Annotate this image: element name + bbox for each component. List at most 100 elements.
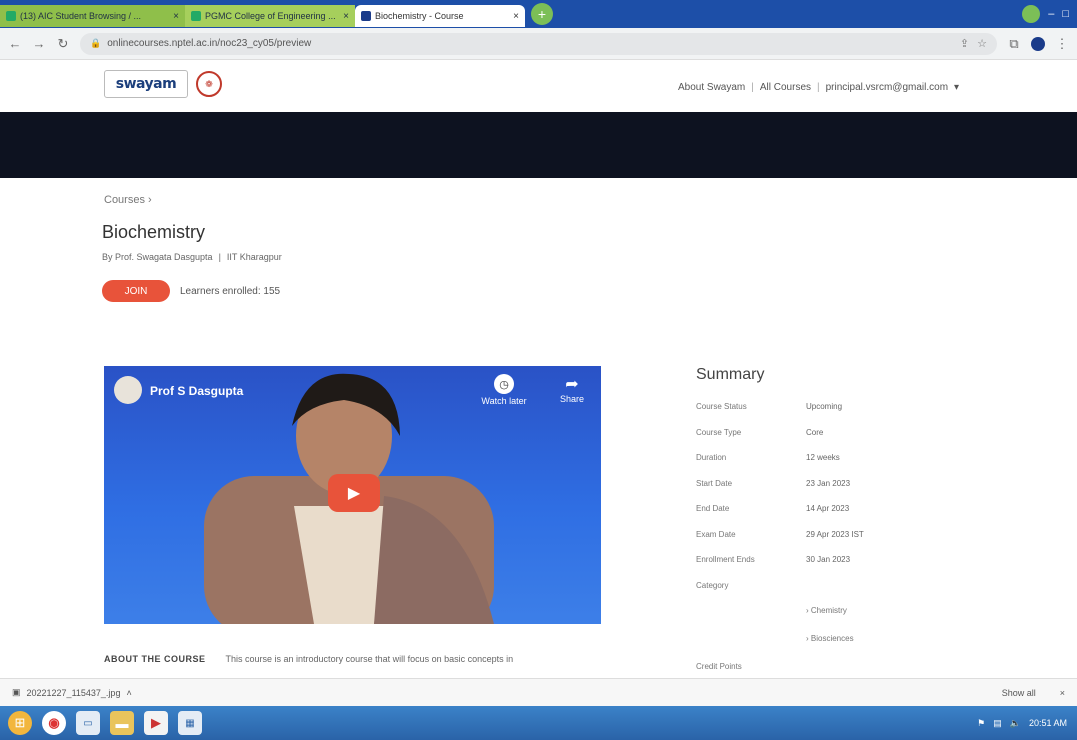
nav-user-email[interactable]: principal.vsrcm@gmail.com [826,82,948,93]
nav-separator: | [751,82,754,93]
page-title: Biochemistry [102,222,206,242]
network-icon[interactable]: ▤ [993,718,1002,729]
summary-key: Category [696,580,729,590]
tray-clock[interactable]: 20:51 AM [1029,718,1067,728]
summary-row: Course Type Core [696,428,936,454]
volume-icon[interactable]: 🔈 [1010,718,1021,729]
summary-row: Course Status Upcoming [696,402,936,428]
summary-key: Course Type [696,427,742,437]
summary-key: Start Date [696,478,733,488]
share-button[interactable]: ➦ Share [552,374,592,404]
close-icon[interactable]: × [173,11,179,22]
join-button[interactable]: JOIN [102,280,170,302]
summary-row: Duration 12 weeks [696,453,936,479]
forward-icon[interactable]: → [32,36,46,51]
summary-key: Duration [696,453,727,462]
seal-icon: ❁ [196,71,222,97]
close-icon[interactable]: × [343,11,349,22]
about-heading: ABOUT THE COURSE [104,654,206,664]
play-button[interactable]: ▶ [328,474,380,512]
profile-avatar-icon[interactable] [1031,36,1045,51]
nav-separator: | [817,82,820,93]
watch-later-button[interactable]: ◷ Watch later [476,374,532,406]
learners-enrolled: Learners enrolled: 155 [180,286,281,297]
share-arrow-icon: ➦ [565,376,579,393]
reload-icon[interactable]: ↻ [56,36,70,52]
summary-key: End Date [696,504,730,513]
media-player-icon[interactable]: ▶ [144,711,168,735]
share-label: Share [559,394,585,404]
show-all-button[interactable]: Show all [1002,688,1036,698]
about-course: ABOUT THE COURSE This course is an intro… [104,654,624,664]
download-bar: ▣ 20221227_115437_.jpg ˄ Show all × [0,678,1077,706]
menu-kebab-icon[interactable]: ⋮ [1055,36,1069,52]
folder-icon[interactable]: ▬ [110,711,134,735]
top-navigation: About Swayam | All Courses | principal.v… [678,82,959,93]
image-file-icon: ▣ [12,687,21,697]
flag-icon[interactable]: ⚑ [977,718,985,729]
summary-value: Core [806,427,824,437]
download-item[interactable]: ▣ 20221227_115437_.jpg ˄ [12,687,132,698]
start-button[interactable]: ⊞ [8,711,32,735]
site-logo[interactable]: swayam ❁ [104,70,222,98]
browser-toolbar: ← → ↻ 🔒 onlinecourses.nptel.ac.in/noc23_… [0,28,1077,60]
browser-tab-active[interactable]: Biochemistry - Course × [355,5,525,27]
nav-all-courses[interactable]: All Courses [760,82,811,93]
browser-tab-1[interactable]: (13) AIC Student Browsing / ... × [0,5,185,27]
summary-key: Enrollment Ends [696,555,755,564]
hero-banner [0,112,1077,178]
system-tray: ⚑ ▤ 🔈 20:51 AM [977,718,1077,729]
window-controls: – □ [1022,5,1077,23]
institute-name: IIT Kharagpur [226,252,282,262]
summary-row: Exam Date 29 Apr 2023 IST [696,530,936,556]
minimize-icon[interactable]: – [1048,8,1054,20]
clock-icon: ◷ [494,374,514,394]
breadcrumb[interactable]: Courses › [104,194,152,206]
extensions-icon[interactable]: ⧉ [1007,36,1021,52]
chrome-icon[interactable]: ◉ [42,711,66,735]
summary-value: 12 weeks [806,453,840,462]
share-icon[interactable]: ⇪ [960,37,969,50]
nav-about-swayam[interactable]: About Swayam [678,82,745,93]
tab-label: (13) AIC Student Browsing / ... [20,11,142,21]
meta-separator: | [218,252,221,262]
summary-value: Upcoming [806,402,843,411]
instructor-name: By Prof. Swagata Dasgupta [102,252,213,262]
summary-row: Enrollment Ends 30 Jan 2023 [696,555,936,581]
category-label: Biosciences [810,634,854,643]
url-text: onlinecourses.nptel.ac.in/noc23_cy05/pre… [107,38,312,49]
channel-avatar[interactable] [114,376,142,404]
profile-icon[interactable] [1022,5,1041,23]
category-chemistry[interactable]: › Chemistry [806,606,936,634]
video-title[interactable]: Prof S Dasgupta [150,384,243,398]
maximize-icon[interactable]: □ [1062,8,1069,20]
os-taskbar: ⊞ ◉ ▭ ▬ ▶ ▦ ⚑ ▤ 🔈 20:51 AM [0,706,1077,740]
back-icon[interactable]: ← [8,36,22,51]
summary-row: Category [696,581,936,607]
window-icon[interactable]: ▭ [76,711,100,735]
summary-key: Course Status [696,402,747,411]
category-biosciences[interactable]: › Biosciences [806,634,936,662]
new-tab-button[interactable]: + [531,3,553,25]
download-filename: 20221227_115437_.jpg [26,687,121,698]
summary-value: 23 Jan 2023 [806,478,851,488]
lock-icon: 🔒 [90,38,102,48]
browser-tab-strip: (13) AIC Student Browsing / ... × PGMC C… [0,0,1077,28]
app-icon[interactable]: ▦ [178,711,202,735]
chevron-down-icon[interactable]: ▾ [954,82,959,93]
close-icon[interactable]: × [1060,688,1065,698]
summary-value: 29 Apr 2023 IST [806,529,864,539]
play-icon: ▶ [347,485,361,502]
video-player[interactable]: Prof S Dasgupta ◷ Watch later ➦ Share ▶ [104,366,601,624]
chevron-up-icon[interactable]: ˄ [126,688,131,698]
summary-row: End Date 14 Apr 2023 [696,504,936,530]
tab-favicon-icon [6,11,16,21]
bookmark-star-icon[interactable]: ☆ [977,37,987,50]
summary-row: Start Date 23 Jan 2023 [696,479,936,505]
address-bar[interactable]: 🔒 onlinecourses.nptel.ac.in/noc23_cy05/p… [80,32,997,55]
browser-tab-2[interactable]: PGMC College of Engineering ... × [185,5,355,27]
course-summary: Summary Course Status Upcoming Course Typ… [696,366,936,688]
summary-value: 14 Apr 2023 [806,504,850,513]
tab-favicon-icon [361,11,371,21]
close-icon[interactable]: × [513,11,519,22]
